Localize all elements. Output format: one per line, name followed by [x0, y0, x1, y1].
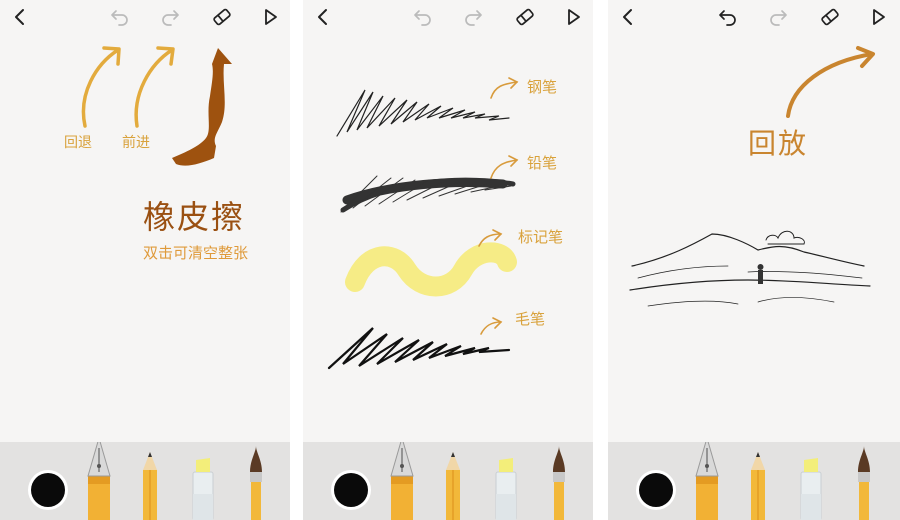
toolbar — [303, 0, 593, 34]
marker-tool[interactable] — [800, 458, 822, 520]
marker-tool[interactable] — [192, 458, 214, 520]
canvas-sketch — [81, 46, 232, 166]
undo-button[interactable] — [108, 5, 132, 29]
redo-icon — [465, 10, 482, 26]
eraser-annotation-title: 橡皮擦 — [143, 198, 246, 236]
back-button[interactable] — [8, 5, 32, 29]
tool-tray-art — [28, 442, 262, 520]
playback-annotation: 回放 — [748, 127, 809, 160]
undo-annotation: 回退 — [64, 135, 92, 151]
back-icon — [15, 9, 24, 25]
play-icon — [265, 9, 277, 25]
paint-brush-tool[interactable] — [553, 446, 565, 520]
play-icon — [568, 9, 580, 25]
undo-button[interactable] — [716, 5, 740, 29]
play-button[interactable] — [866, 5, 890, 29]
eraser-button[interactable] — [513, 5, 537, 29]
drawing-canvas[interactable]: 回退 前进 橡皮擦 双击可清空整张 — [0, 34, 290, 442]
back-icon — [318, 9, 327, 25]
toolbar — [0, 0, 290, 34]
undo-icon — [414, 10, 431, 26]
redo-button[interactable] — [158, 5, 182, 29]
paint-brush-tool[interactable] — [250, 446, 262, 520]
tool-tray — [303, 442, 593, 520]
marker-tool[interactable] — [495, 458, 517, 520]
fountain-pen-tool[interactable] — [87, 442, 111, 520]
marker-label: 标记笔 — [518, 228, 564, 246]
tool-tray-art — [636, 442, 870, 520]
panel-eraser-controls: 回退 前进 橡皮擦 双击可清空整张 — [0, 0, 290, 520]
tool-tray-art — [331, 442, 565, 520]
undo-icon — [111, 10, 128, 26]
eraser-button[interactable] — [210, 5, 234, 29]
pen-label: 钢笔 — [527, 78, 558, 96]
eraser-hint-arrow — [172, 48, 232, 166]
pencil-label: 铅笔 — [527, 154, 558, 172]
brush-sample-stroke — [327, 327, 511, 370]
tool-tray — [608, 442, 900, 520]
fountain-pen-tool[interactable] — [695, 442, 719, 520]
redo-icon — [162, 10, 179, 26]
toolbar — [608, 0, 900, 34]
canvas-sketch — [629, 46, 875, 307]
undo-hint-arrow — [81, 46, 121, 128]
eraser-annotation-hint: 双击可清空整张 — [143, 244, 249, 262]
back-button[interactable] — [616, 5, 640, 29]
redo-hint-arrow — [134, 46, 175, 128]
drawing-canvas[interactable]: 钢笔 铅笔 标记笔 毛笔 — [303, 34, 593, 442]
pencil-tool[interactable] — [143, 452, 157, 520]
color-swatch[interactable] — [28, 470, 68, 510]
figure-sketch — [757, 264, 764, 284]
pencil-tool[interactable] — [446, 452, 460, 520]
pencil-sample-stroke — [340, 175, 516, 213]
eraser-icon — [821, 8, 839, 26]
pencil-tool[interactable] — [751, 452, 765, 520]
back-icon — [623, 9, 632, 25]
color-swatch[interactable] — [636, 470, 676, 510]
play-icon — [873, 9, 885, 25]
redo-button[interactable] — [461, 5, 485, 29]
eraser-icon — [213, 8, 231, 26]
undo-button[interactable] — [411, 5, 435, 29]
playback-hint-arrow — [786, 46, 875, 118]
eraser-button[interactable] — [818, 5, 842, 29]
pen-sample-stroke — [336, 89, 510, 137]
panel-playback: 回放 — [608, 0, 900, 520]
drawing-canvas[interactable]: 回放 — [608, 34, 900, 442]
landscape-sketch — [629, 230, 871, 307]
eraser-icon — [516, 8, 534, 26]
play-button[interactable] — [561, 5, 585, 29]
play-button[interactable] — [258, 5, 282, 29]
paint-brush-tool[interactable] — [858, 446, 870, 520]
back-button[interactable] — [311, 5, 335, 29]
marker-sample-stroke — [345, 242, 517, 297]
tool-tray — [0, 442, 290, 520]
color-swatch[interactable] — [331, 470, 371, 510]
undo-icon — [719, 10, 736, 26]
redo-icon — [770, 10, 787, 26]
fountain-pen-tool[interactable] — [390, 442, 414, 520]
panel-brush-types: 钢笔 铅笔 标记笔 毛笔 — [303, 0, 593, 520]
brush-label: 毛笔 — [515, 310, 546, 328]
redo-button[interactable] — [766, 5, 790, 29]
redo-annotation: 前进 — [122, 135, 150, 151]
